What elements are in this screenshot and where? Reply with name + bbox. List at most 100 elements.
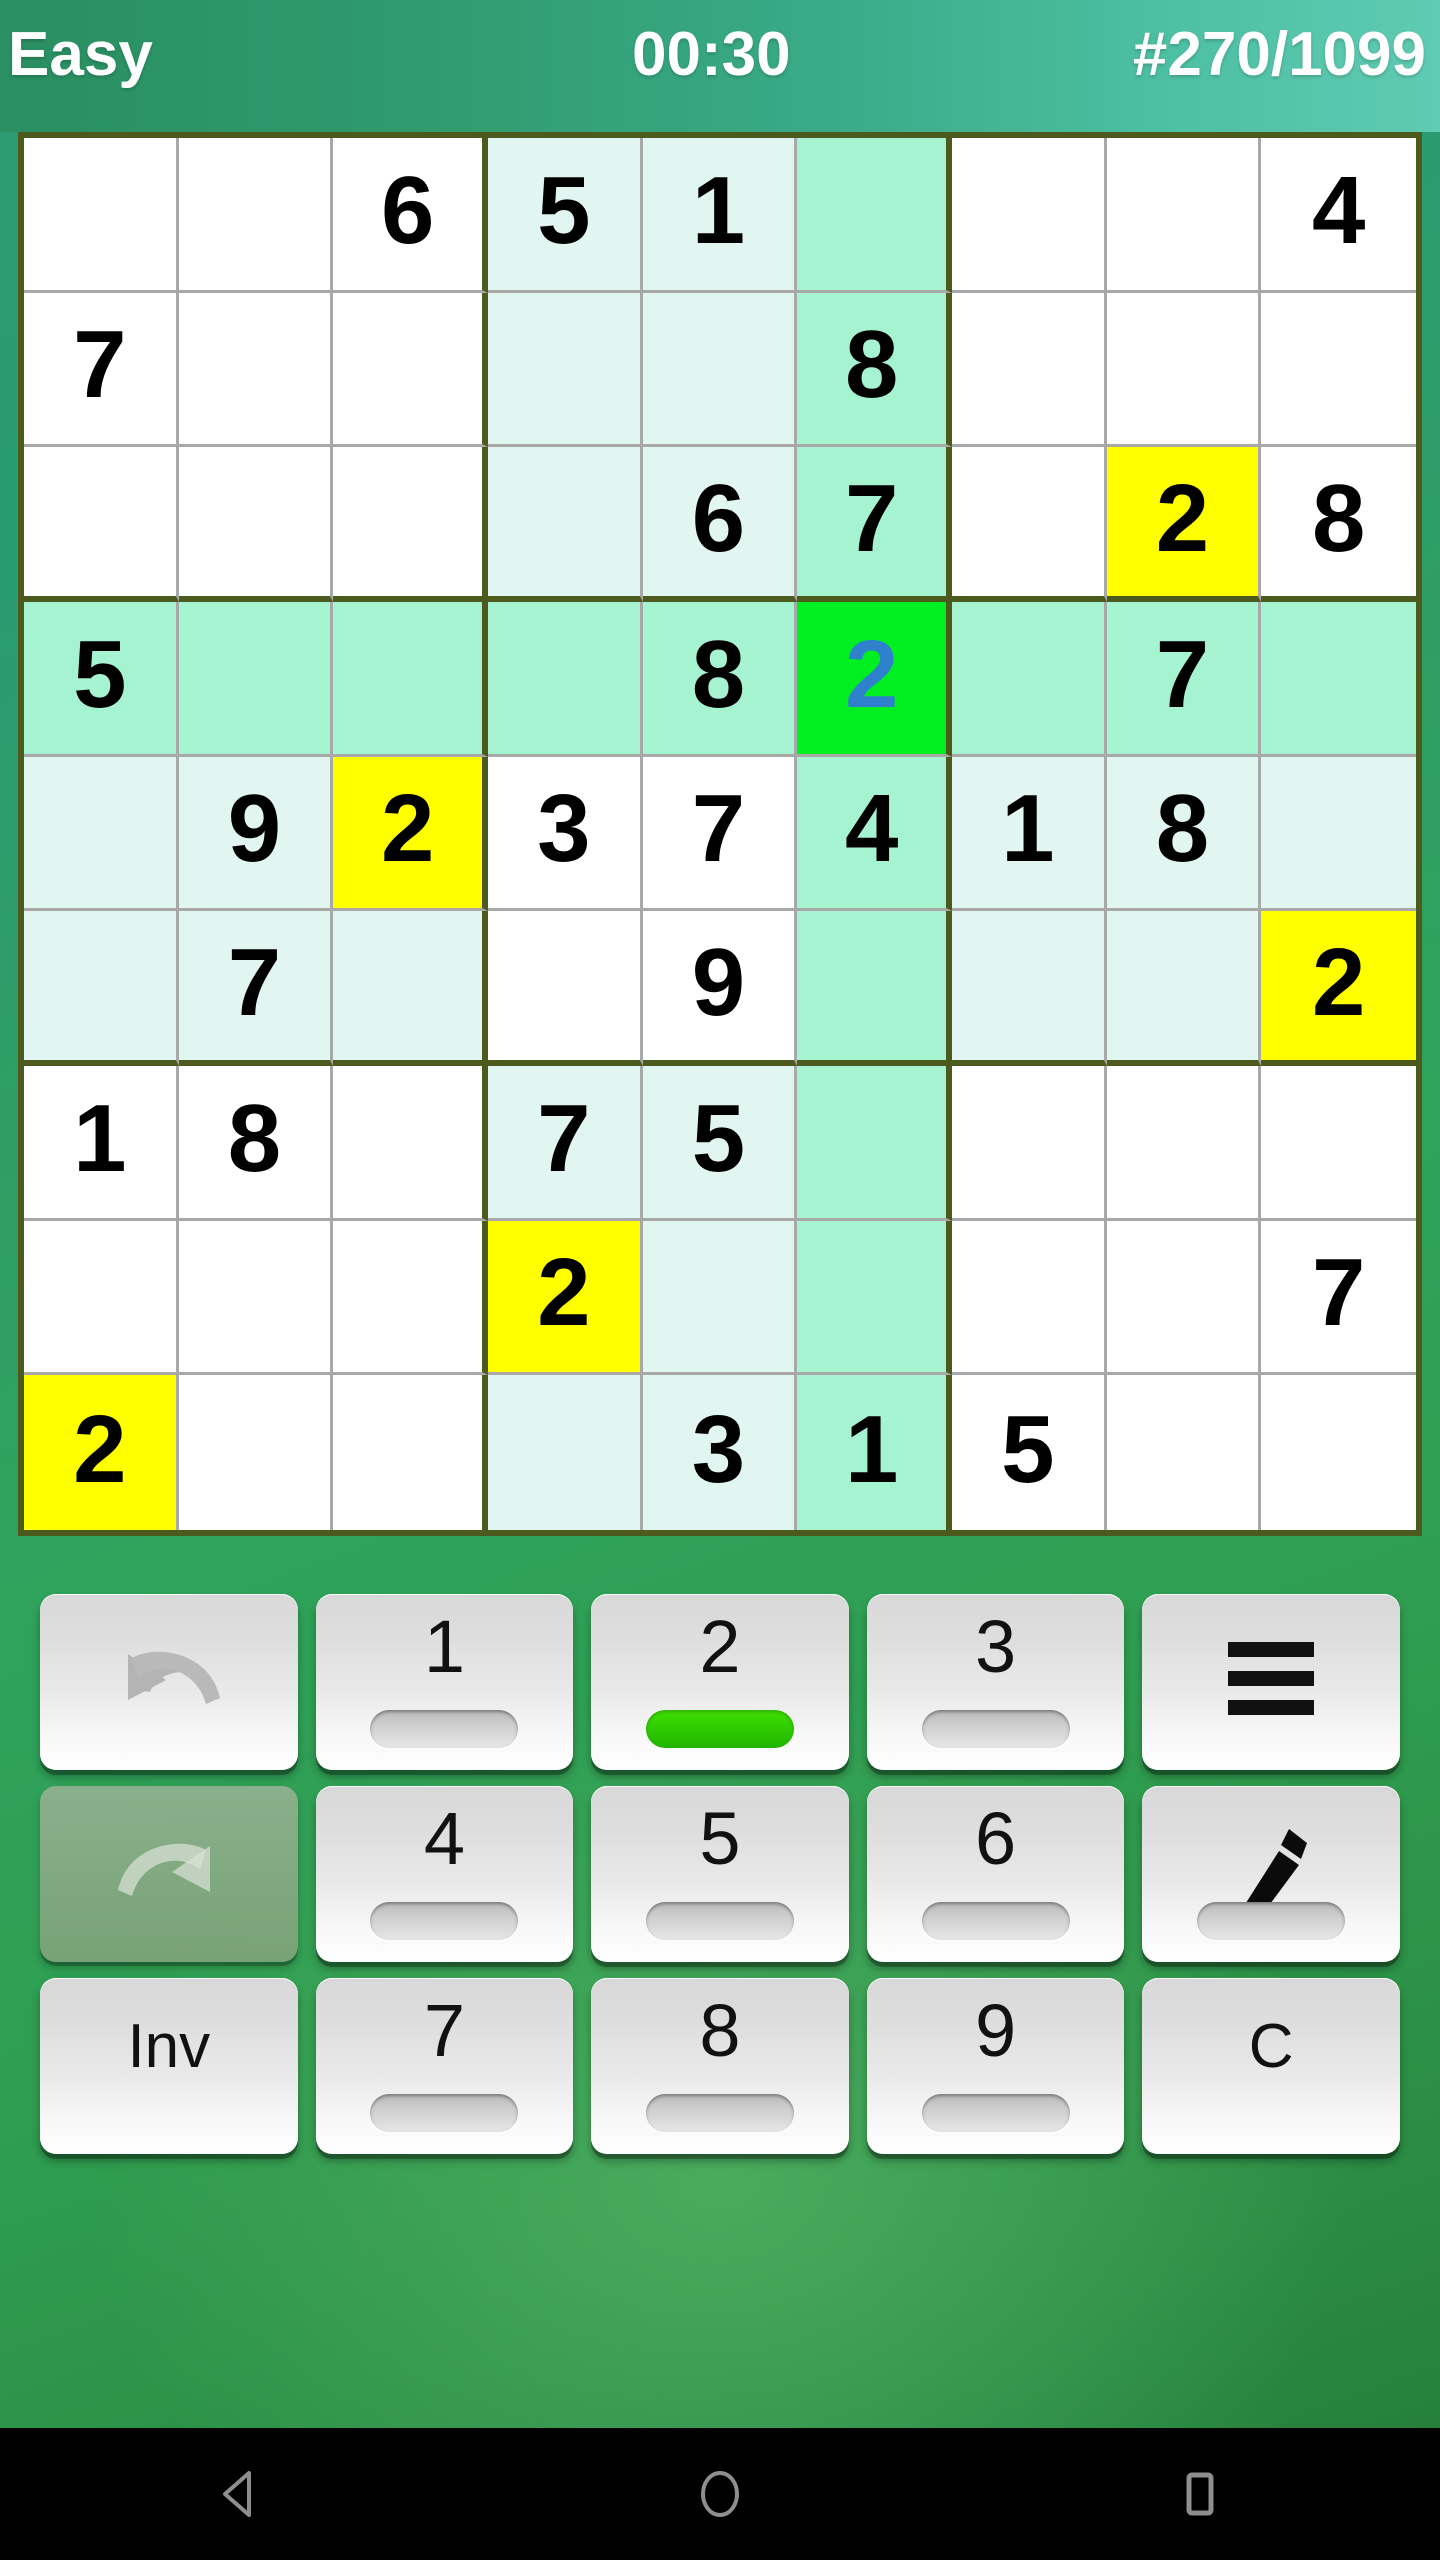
sudoku-cell[interactable] <box>178 602 334 757</box>
sudoku-cell[interactable]: 4 <box>1261 138 1416 293</box>
sudoku-cell[interactable]: 2 <box>1106 447 1262 602</box>
sudoku-cell[interactable] <box>488 911 643 1066</box>
sudoku-cell[interactable] <box>797 1066 952 1221</box>
sudoku-cell[interactable]: 3 <box>488 756 643 912</box>
sudoku-cell[interactable]: 7 <box>797 447 952 602</box>
cell-value: 7 <box>844 464 899 572</box>
back-icon[interactable] <box>180 2428 300 2560</box>
sudoku-cell[interactable]: 2 <box>333 756 488 912</box>
sudoku-cell[interactable]: 2 <box>488 1220 643 1376</box>
sudoku-cell[interactable] <box>488 1375 643 1530</box>
key-undo[interactable] <box>40 1594 298 1770</box>
sudoku-cell[interactable] <box>333 602 488 757</box>
key-num-5[interactable]: 5 <box>591 1786 849 1962</box>
sudoku-cell[interactable] <box>952 602 1107 757</box>
sudoku-cell[interactable] <box>1261 1375 1416 1530</box>
key-pencil[interactable] <box>1142 1786 1400 1962</box>
key-num-1[interactable]: 1 <box>315 1594 574 1770</box>
key-num-3[interactable]: 3 <box>866 1594 1125 1770</box>
sudoku-cell[interactable]: 7 <box>178 911 334 1066</box>
sudoku-cell[interactable] <box>1261 602 1416 757</box>
home-icon[interactable] <box>660 2428 780 2560</box>
sudoku-cell[interactable]: 8 <box>642 602 798 757</box>
sudoku-cell[interactable] <box>24 911 179 1066</box>
sudoku-cell[interactable] <box>1106 292 1262 448</box>
sudoku-cell[interactable] <box>642 1220 798 1376</box>
sudoku-cell[interactable]: 5 <box>24 602 179 757</box>
key-num-4[interactable]: 4 <box>315 1786 574 1962</box>
sudoku-cell[interactable]: 2 <box>24 1375 179 1530</box>
sudoku-cell[interactable] <box>1261 756 1416 912</box>
sudoku-cell[interactable]: 7 <box>488 1066 643 1221</box>
sudoku-cell-selected[interactable]: 2 <box>797 602 952 757</box>
sudoku-cell[interactable]: 5 <box>952 1375 1107 1530</box>
key-num-7[interactable]: 7 <box>315 1978 574 2154</box>
sudoku-cell[interactable] <box>1261 1066 1416 1221</box>
sudoku-cell[interactable]: 8 <box>178 1066 334 1221</box>
sudoku-cell[interactable] <box>488 447 643 602</box>
key-num-2[interactable]: 2 <box>591 1594 849 1770</box>
sudoku-cell[interactable] <box>333 1066 488 1221</box>
sudoku-cell[interactable]: 1 <box>24 1066 179 1221</box>
sudoku-cell[interactable] <box>952 911 1107 1066</box>
sudoku-cell[interactable] <box>797 1220 952 1376</box>
sudoku-cell[interactable] <box>24 756 179 912</box>
sudoku-cell[interactable]: 6 <box>333 138 488 293</box>
sudoku-cell[interactable] <box>178 1375 334 1530</box>
sudoku-cell[interactable] <box>488 292 643 448</box>
sudoku-cell[interactable] <box>1106 1066 1262 1221</box>
sudoku-cell[interactable] <box>797 911 952 1066</box>
sudoku-cell[interactable]: 7 <box>1106 602 1262 757</box>
sudoku-cell[interactable] <box>333 1375 488 1530</box>
timer-label: 00:30 <box>632 20 791 89</box>
sudoku-cell[interactable] <box>1261 292 1416 448</box>
sudoku-cell[interactable]: 5 <box>642 1066 798 1221</box>
sudoku-cell[interactable] <box>1106 1375 1262 1530</box>
sudoku-cell[interactable] <box>333 292 488 448</box>
key-num-8[interactable]: 8 <box>591 1978 849 2154</box>
sudoku-cell[interactable]: 5 <box>488 138 643 293</box>
sudoku-cell[interactable] <box>178 292 334 448</box>
sudoku-cell[interactable]: 1 <box>642 138 798 293</box>
sudoku-cell[interactable] <box>178 447 334 602</box>
sudoku-cell[interactable]: 7 <box>24 292 179 448</box>
key-clear[interactable]: C <box>1142 1978 1400 2154</box>
sudoku-cell[interactable] <box>952 1066 1107 1221</box>
sudoku-cell[interactable]: 2 <box>1261 911 1416 1066</box>
sudoku-cell[interactable] <box>24 447 179 602</box>
sudoku-cell[interactable]: 8 <box>1261 447 1416 602</box>
sudoku-cell[interactable]: 1 <box>952 756 1107 912</box>
sudoku-cell[interactable] <box>178 138 334 293</box>
sudoku-cell[interactable] <box>1106 911 1262 1066</box>
sudoku-cell[interactable] <box>488 602 643 757</box>
sudoku-cell[interactable]: 6 <box>642 447 798 602</box>
sudoku-cell[interactable] <box>797 138 952 293</box>
sudoku-cell[interactable] <box>952 292 1107 448</box>
sudoku-cell[interactable] <box>333 447 488 602</box>
sudoku-cell[interactable]: 7 <box>642 756 798 912</box>
sudoku-cell[interactable] <box>178 1220 334 1376</box>
sudoku-cell[interactable]: 1 <box>797 1375 952 1530</box>
sudoku-cell[interactable] <box>333 911 488 1066</box>
sudoku-cell[interactable]: 7 <box>1261 1220 1416 1376</box>
sudoku-cell[interactable]: 8 <box>1106 756 1262 912</box>
recents-icon[interactable] <box>1140 2428 1260 2560</box>
sudoku-cell[interactable]: 8 <box>797 292 952 448</box>
key-inv[interactable]: Inv <box>40 1978 298 2154</box>
sudoku-cell[interactable]: 9 <box>178 756 334 912</box>
sudoku-cell[interactable]: 4 <box>797 756 952 912</box>
sudoku-cell[interactable] <box>24 138 179 293</box>
sudoku-cell[interactable] <box>333 1220 488 1376</box>
sudoku-cell[interactable]: 9 <box>642 911 798 1066</box>
key-num-6[interactable]: 6 <box>866 1786 1125 1962</box>
sudoku-cell[interactable] <box>952 1220 1107 1376</box>
sudoku-cell[interactable] <box>952 138 1107 293</box>
sudoku-cell[interactable] <box>642 292 798 448</box>
sudoku-cell[interactable] <box>24 1220 179 1376</box>
sudoku-cell[interactable] <box>952 447 1107 602</box>
sudoku-cell[interactable] <box>1106 138 1262 293</box>
key-menu[interactable] <box>1142 1594 1400 1770</box>
key-num-9[interactable]: 9 <box>866 1978 1125 2154</box>
sudoku-cell[interactable]: 3 <box>642 1375 798 1530</box>
sudoku-cell[interactable] <box>1106 1220 1262 1376</box>
